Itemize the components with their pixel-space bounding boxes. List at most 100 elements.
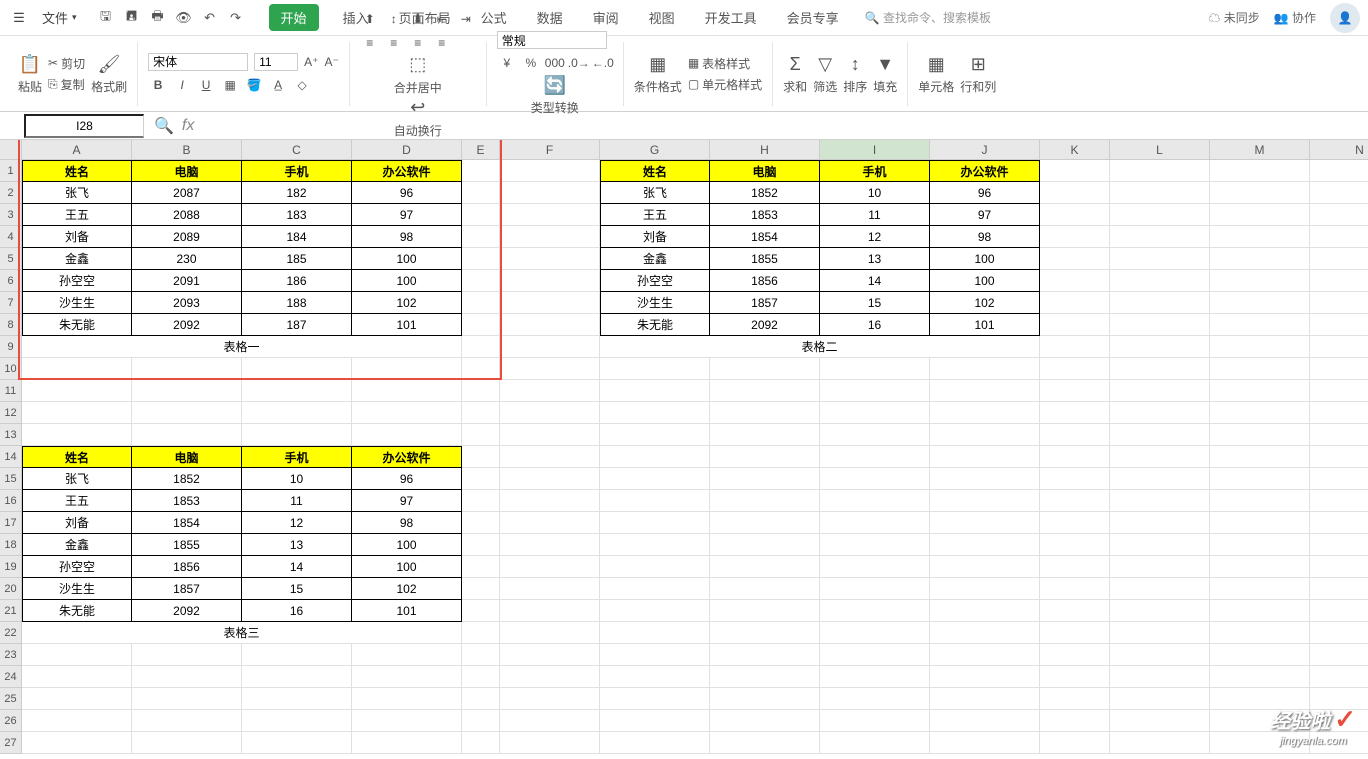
cell[interactable] <box>22 732 132 754</box>
cell[interactable] <box>1310 270 1368 292</box>
cell[interactable] <box>500 204 600 226</box>
row-header-18[interactable]: 18 <box>0 534 22 556</box>
cell[interactable] <box>132 666 242 688</box>
cell[interactable]: 1854 <box>132 512 242 534</box>
cell[interactable] <box>1040 204 1110 226</box>
cell[interactable]: 朱无能 <box>22 314 132 336</box>
cell[interactable] <box>500 600 600 622</box>
cell[interactable]: 183 <box>242 204 352 226</box>
cell[interactable]: 16 <box>820 314 930 336</box>
cell[interactable] <box>600 600 710 622</box>
cell[interactable]: 230 <box>132 248 242 270</box>
cell[interactable] <box>1110 710 1210 732</box>
cell[interactable] <box>820 578 930 600</box>
cell[interactable] <box>462 424 500 446</box>
cell[interactable] <box>242 402 352 424</box>
cell[interactable] <box>462 490 500 512</box>
cell[interactable]: 电脑 <box>710 160 820 182</box>
cell[interactable]: 张飞 <box>22 182 132 204</box>
cell[interactable] <box>930 710 1040 732</box>
row-header-24[interactable]: 24 <box>0 666 22 688</box>
cell[interactable]: 沙生生 <box>22 578 132 600</box>
cell[interactable] <box>1110 248 1210 270</box>
cell[interactable] <box>1210 248 1310 270</box>
cell[interactable] <box>930 556 1040 578</box>
cell[interactable] <box>1040 226 1110 248</box>
cell[interactable] <box>1310 292 1368 314</box>
cell[interactable] <box>242 710 352 732</box>
cell[interactable] <box>1310 600 1368 622</box>
cell[interactable] <box>1110 204 1210 226</box>
cell[interactable]: 102 <box>352 292 462 314</box>
cell[interactable] <box>710 578 820 600</box>
tab-formula[interactable]: 公式 <box>475 4 513 31</box>
cell[interactable]: 金鑫 <box>600 248 710 270</box>
cell[interactable] <box>1310 512 1368 534</box>
col-header-G[interactable]: G <box>600 140 710 160</box>
cell[interactable]: 15 <box>242 578 352 600</box>
cell[interactable] <box>242 666 352 688</box>
cell[interactable] <box>1210 270 1310 292</box>
cell[interactable] <box>500 402 600 424</box>
align-bottom-icon[interactable]: ⬇ <box>408 9 428 29</box>
cell[interactable] <box>462 402 500 424</box>
cell[interactable]: 手机 <box>820 160 930 182</box>
fill-button[interactable]: ▼填充 <box>873 52 897 95</box>
cell[interactable] <box>600 622 710 644</box>
tab-data[interactable]: 数据 <box>531 4 569 31</box>
cell[interactable] <box>1110 424 1210 446</box>
cell[interactable] <box>500 226 600 248</box>
cell[interactable]: 2087 <box>132 182 242 204</box>
cell[interactable] <box>1040 292 1110 314</box>
cell[interactable]: 刘备 <box>22 226 132 248</box>
cell[interactable]: 张飞 <box>22 468 132 490</box>
cell[interactable] <box>352 402 462 424</box>
cell[interactable] <box>1310 644 1368 666</box>
cell[interactable] <box>600 556 710 578</box>
row-header-9[interactable]: 9 <box>0 336 22 358</box>
cell[interactable]: 96 <box>930 182 1040 204</box>
cell[interactable] <box>462 204 500 226</box>
cell[interactable] <box>500 248 600 270</box>
cell[interactable] <box>462 380 500 402</box>
worksheet[interactable]: ABCDEFGHIJKLMN 1234567891011121314151617… <box>0 140 1368 759</box>
cell[interactable]: 电脑 <box>132 446 242 468</box>
cell[interactable]: 102 <box>352 578 462 600</box>
cell[interactable] <box>462 248 500 270</box>
cell[interactable] <box>930 666 1040 688</box>
cell[interactable] <box>930 446 1040 468</box>
align-top-icon[interactable]: ⬆ <box>360 9 380 29</box>
cell[interactable] <box>500 578 600 600</box>
cell[interactable]: 97 <box>352 204 462 226</box>
cell[interactable] <box>820 556 930 578</box>
cell[interactable]: 1856 <box>710 270 820 292</box>
cell[interactable] <box>1040 556 1110 578</box>
cell[interactable] <box>462 314 500 336</box>
cell[interactable] <box>1210 336 1310 358</box>
row-header-21[interactable]: 21 <box>0 600 22 622</box>
cell[interactable] <box>500 424 600 446</box>
cell[interactable]: 100 <box>352 534 462 556</box>
row-header-3[interactable]: 3 <box>0 204 22 226</box>
cell[interactable] <box>710 556 820 578</box>
cell[interactable] <box>1040 534 1110 556</box>
cell[interactable]: 100 <box>352 270 462 292</box>
cell[interactable] <box>1310 468 1368 490</box>
cell[interactable]: 100 <box>352 556 462 578</box>
rowcol-button[interactable]: ⊞行和列 <box>960 52 996 95</box>
cell[interactable] <box>352 644 462 666</box>
row-header-14[interactable]: 14 <box>0 446 22 468</box>
cell[interactable] <box>462 688 500 710</box>
cell[interactable] <box>242 644 352 666</box>
cell[interactable] <box>352 380 462 402</box>
tab-home[interactable]: 开始 <box>269 4 319 31</box>
col-header-D[interactable]: D <box>352 140 462 160</box>
cell[interactable] <box>462 336 500 358</box>
cell[interactable] <box>500 556 600 578</box>
cell[interactable] <box>1310 380 1368 402</box>
cell[interactable] <box>1110 380 1210 402</box>
cell[interactable] <box>22 380 132 402</box>
col-header-N[interactable]: N <box>1310 140 1368 160</box>
cell[interactable] <box>352 424 462 446</box>
cell[interactable] <box>1210 292 1310 314</box>
